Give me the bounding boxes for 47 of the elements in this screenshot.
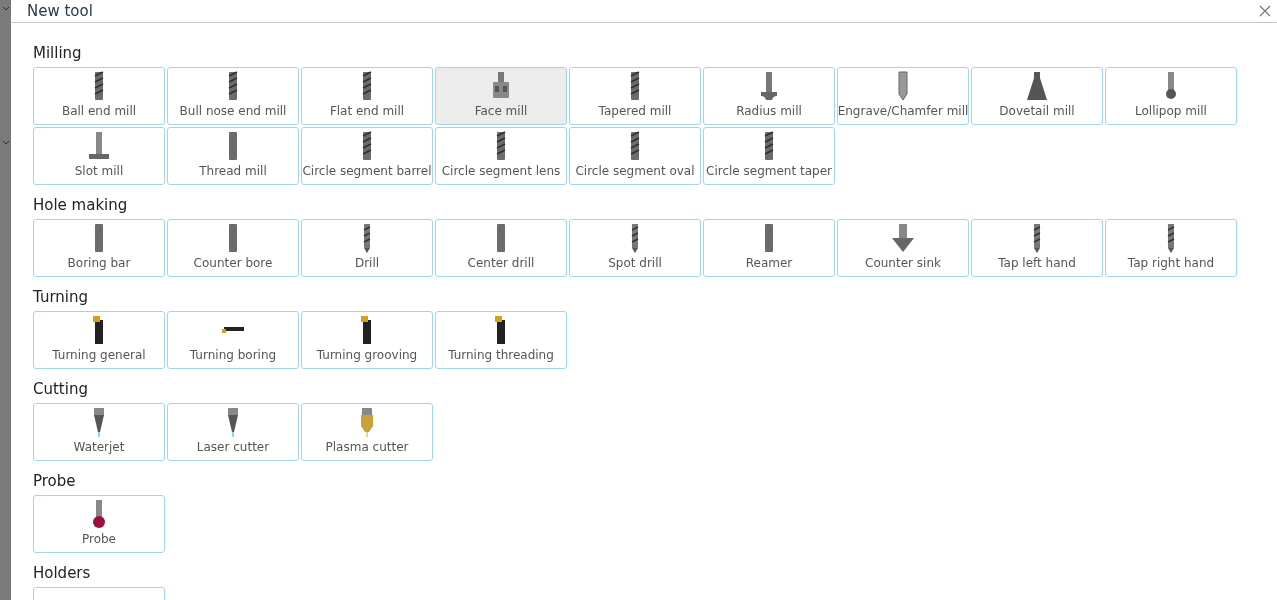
tool-tile[interactable]: Tap left hand <box>971 219 1103 277</box>
tool-tile[interactable]: Turning general <box>33 311 165 369</box>
tool-tile[interactable]: Slot mill <box>33 127 165 185</box>
tool-tile[interactable]: Spot drill <box>569 219 701 277</box>
tool-tile[interactable]: Turning boring <box>167 311 299 369</box>
dovetail-cutter-icon <box>1026 70 1048 102</box>
tool-tile[interactable]: Tap right hand <box>1105 219 1237 277</box>
tool-tile[interactable]: Probe <box>33 495 165 553</box>
tool-tile[interactable]: Flat end mill <box>301 67 433 125</box>
tool-tile[interactable]: Counter bore <box>167 219 299 277</box>
tool-tile[interactable]: Laser cutter <box>167 403 299 461</box>
section-heading: Probe <box>33 471 77 492</box>
dialog-title: New tool <box>27 1 93 22</box>
tool-tile[interactable]: Lollipop mill <box>1105 67 1237 125</box>
section-heading: Hole making <box>33 195 129 216</box>
tool-tile[interactable]: Turning threading <box>435 311 567 369</box>
tool-tile[interactable]: Tapered mill <box>569 67 701 125</box>
tool-tile[interactable]: Ball end mill <box>33 67 165 125</box>
tool-tile[interactable]: Engrave/Chamfer mill <box>837 67 969 125</box>
close-icon[interactable] <box>1259 5 1271 17</box>
chevron-down-icon[interactable] <box>1 6 10 12</box>
tool-tile[interactable]: Turning grooving <box>301 311 433 369</box>
tool-tile[interactable]: Radius mill <box>703 67 835 125</box>
tool-tile[interactable]: Plasma cutter <box>301 403 433 461</box>
tool-tile[interactable]: Circle segment lens <box>435 127 567 185</box>
countersink-icon <box>892 222 914 254</box>
boring-bar-icon <box>222 327 244 333</box>
section-heading: Holders <box>33 563 92 584</box>
chevron-down-icon[interactable] <box>1 140 10 146</box>
tool-tile[interactable]: Dovetail mill <box>971 67 1103 125</box>
tool-tile[interactable]: Thread mill <box>167 127 299 185</box>
radius-mill-icon <box>758 70 780 102</box>
tool-tile[interactable]: Bull nose end mill <box>167 67 299 125</box>
section-heading: Cutting <box>33 379 89 400</box>
tool-tile[interactable]: Circle segment oval <box>569 127 701 185</box>
tool-tile[interactable]: Counter sink <box>837 219 969 277</box>
tool-tile[interactable]: Face mill <box>435 67 567 125</box>
tool-tile[interactable]: Circle segment taper <box>703 127 835 185</box>
tool-tile[interactable]: Reamer <box>703 219 835 277</box>
tool-tile[interactable]: Boring bar <box>33 219 165 277</box>
tool-tile[interactable]: Waterjet <box>33 403 165 461</box>
section-heading: Milling <box>33 43 83 64</box>
tool-tile[interactable]: Drill <box>301 219 433 277</box>
slot-cutter-icon <box>88 130 110 162</box>
tool-tile[interactable]: Center drill <box>435 219 567 277</box>
section-heading: Turning <box>33 287 89 308</box>
tool-tile[interactable]: Circle segment barrel <box>301 127 433 185</box>
